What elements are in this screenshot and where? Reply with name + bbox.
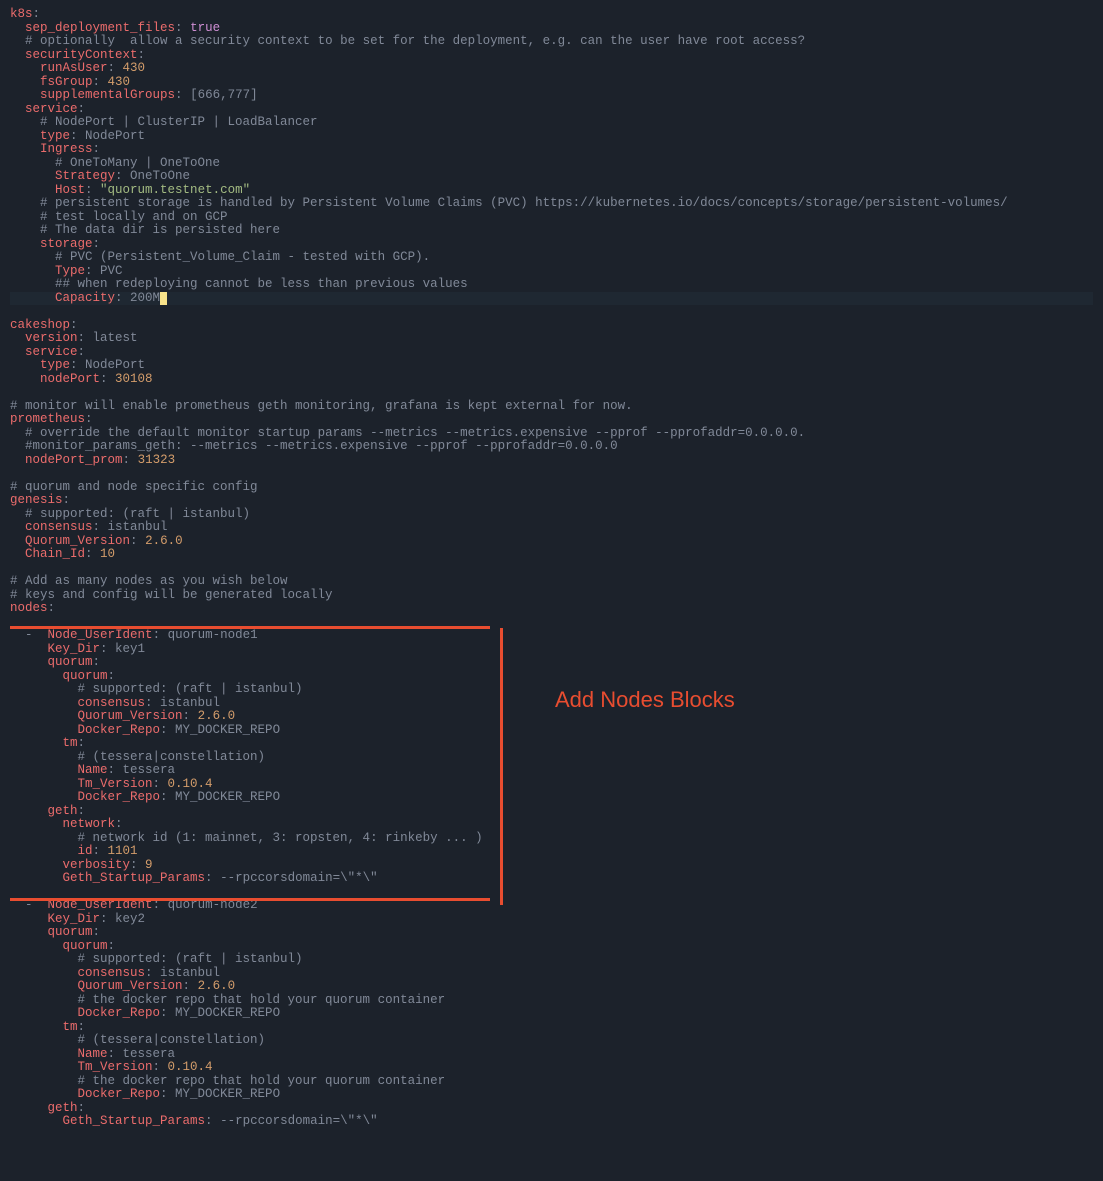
key-cakeshop: cakeshop	[10, 318, 70, 332]
annotation-label: Add Nodes Blocks	[555, 693, 735, 707]
key-Host: Host	[55, 183, 85, 197]
comment: # NodePort | ClusterIP | LoadBalancer	[40, 115, 318, 129]
key-tm: tm	[63, 1020, 78, 1034]
key-service: service	[25, 345, 78, 359]
key-sep-deployment-files: sep_deployment_files	[25, 21, 175, 35]
key-quorum: quorum	[48, 655, 93, 669]
key-securityContext: securityContext	[25, 48, 138, 62]
comment: # keys and config will be generated loca…	[10, 588, 333, 602]
comment: # optionally allow a security context to…	[25, 34, 805, 48]
key-Capacity: Capacity	[55, 291, 115, 305]
key-Geth_Startup_Params: Geth_Startup_Params	[63, 1114, 206, 1128]
comment: # (tessera|constellation)	[78, 750, 266, 764]
key-type: type	[40, 358, 70, 372]
comment: # network id (1: mainnet, 3: ropsten, 4:…	[78, 831, 483, 845]
key-Quorum_Version: Quorum_Version	[78, 979, 183, 993]
key-consensus: consensus	[78, 966, 146, 980]
key-genesis: genesis	[10, 493, 63, 507]
key-tm: tm	[63, 736, 78, 750]
key-Strategy: Strategy	[55, 169, 115, 183]
comment: # monitor will enable prometheus geth mo…	[10, 399, 633, 413]
comment: # supported: (raft | istanbul)	[25, 507, 250, 521]
key-Node_UserIdent: Node_UserIdent	[48, 628, 153, 642]
key-supplementalGroups: supplementalGroups	[40, 88, 175, 102]
key-storage: storage	[40, 237, 93, 251]
comment: # persistent storage is handled by Persi…	[40, 196, 1008, 210]
comment: #monitor_params_geth: --metrics --metric…	[25, 439, 618, 453]
key-quorum: quorum	[48, 925, 93, 939]
key-quorum: quorum	[63, 669, 108, 683]
key-service: service	[25, 102, 78, 116]
key-network: network	[63, 817, 116, 831]
key-verbosity: verbosity	[63, 858, 131, 872]
key-Docker_Repo: Docker_Repo	[78, 790, 161, 804]
key-type: type	[40, 129, 70, 143]
key-Chain_Id: Chain_Id	[25, 547, 85, 561]
key-quorum: quorum	[63, 939, 108, 953]
comment: ## when redeploying cannot be less than …	[55, 277, 468, 291]
key-geth: geth	[48, 1101, 78, 1115]
comment: # the docker repo that hold your quorum …	[78, 1074, 446, 1088]
key-k8s: k8s	[10, 7, 33, 21]
key-prometheus: prometheus	[10, 412, 85, 426]
key-nodePort_prom: nodePort_prom	[25, 453, 123, 467]
key-version: version	[25, 331, 78, 345]
comment: # override the default monitor startup p…	[25, 426, 805, 440]
comment: # The data dir is persisted here	[40, 223, 280, 237]
key-runAsUser: runAsUser	[40, 61, 108, 75]
key-Tm_Version: Tm_Version	[78, 1060, 153, 1074]
key-Tm_Version: Tm_Version	[78, 777, 153, 791]
key-Type: Type	[55, 264, 85, 278]
comment: # supported: (raft | istanbul)	[78, 682, 303, 696]
key-Geth_Startup_Params: Geth_Startup_Params	[63, 871, 206, 885]
key-consensus: consensus	[78, 696, 146, 710]
key-nodes: nodes	[10, 601, 48, 615]
comment: # Add as many nodes as you wish below	[10, 574, 288, 588]
code-editor: k8s: sep_deployment_files: true # option…	[10, 8, 1093, 1129]
key-Docker_Repo: Docker_Repo	[78, 723, 161, 737]
key-id: id	[78, 844, 93, 858]
key-Name: Name	[78, 1047, 108, 1061]
annotation-box-top	[10, 626, 490, 629]
key-Key_Dir: Key_Dir	[48, 642, 101, 656]
comment: # the docker repo that hold your quorum …	[78, 993, 446, 1007]
key-Quorum_Version: Quorum_Version	[78, 709, 183, 723]
key-consensus: consensus	[25, 520, 93, 534]
key-Docker_Repo: Docker_Repo	[78, 1087, 161, 1101]
comment: # PVC (Persistent_Volume_Claim - tested …	[55, 250, 430, 264]
key-fsGroup: fsGroup	[40, 75, 93, 89]
key-Name: Name	[78, 763, 108, 777]
text-cursor-icon	[160, 292, 167, 305]
key-nodePort: nodePort	[40, 372, 100, 386]
annotation-box-side	[500, 628, 503, 905]
comment: # quorum and node specific config	[10, 480, 258, 494]
comment: # test locally and on GCP	[40, 210, 228, 224]
key-Quorum_Version: Quorum_Version	[25, 534, 130, 548]
annotation-box-bottom	[10, 898, 490, 901]
comment: # OneToMany | OneToOne	[55, 156, 220, 170]
key-Key_Dir: Key_Dir	[48, 912, 101, 926]
key-geth: geth	[48, 804, 78, 818]
comment: # supported: (raft | istanbul)	[78, 952, 303, 966]
comment: # (tessera|constellation)	[78, 1033, 266, 1047]
key-Ingress: Ingress	[40, 142, 93, 156]
key-Docker_Repo: Docker_Repo	[78, 1006, 161, 1020]
